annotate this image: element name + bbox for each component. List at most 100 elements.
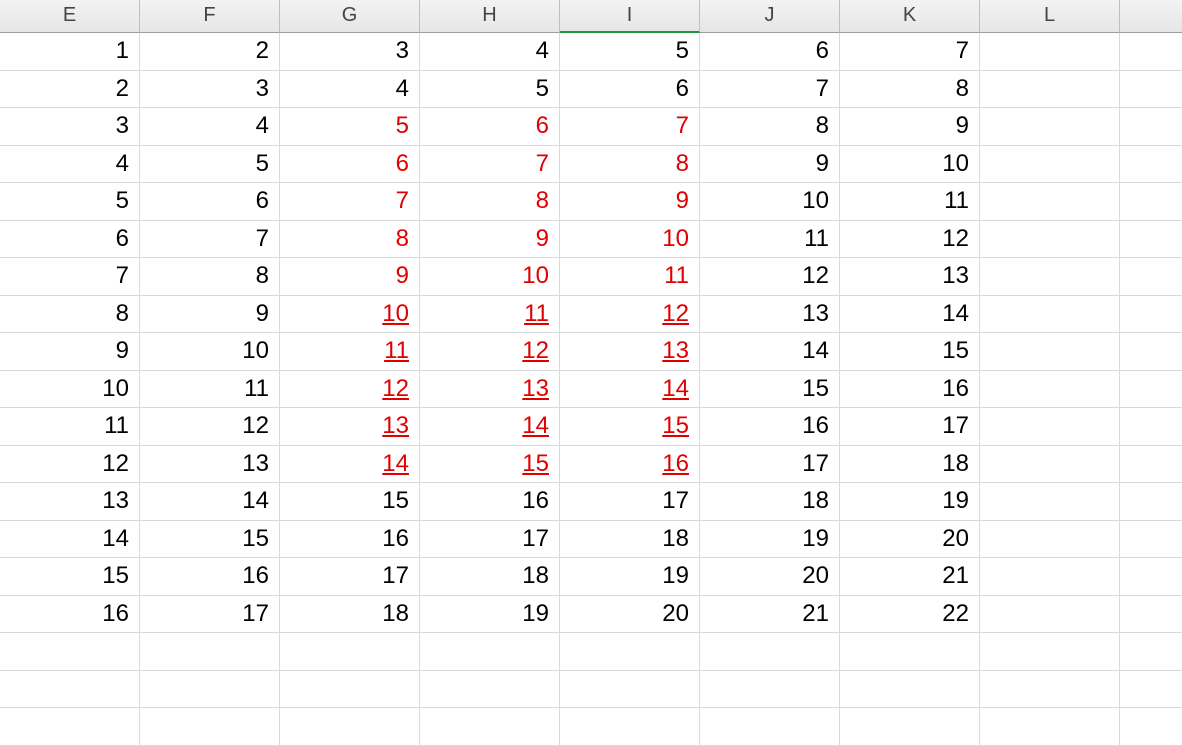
cell[interactable]: 10 [560,221,700,259]
cell[interactable]: 19 [420,596,560,634]
cell[interactable]: 15 [140,521,280,559]
cell[interactable]: 10 [0,371,140,409]
cell[interactable] [980,671,1120,709]
cell[interactable]: 6 [280,146,420,184]
cell[interactable] [420,671,560,709]
cell[interactable] [140,633,280,671]
cell[interactable] [1120,596,1182,634]
cell[interactable]: 13 [560,333,700,371]
cell[interactable]: 14 [280,446,420,484]
cell[interactable] [840,671,980,709]
cell[interactable]: 15 [0,558,140,596]
cell[interactable] [1120,558,1182,596]
cell[interactable]: 16 [700,408,840,446]
cell[interactable]: 20 [560,596,700,634]
cell[interactable]: 6 [420,108,560,146]
cell[interactable] [1120,258,1182,296]
cell[interactable]: 9 [0,333,140,371]
cell[interactable] [980,371,1120,409]
cell[interactable]: 9 [140,296,280,334]
cell[interactable] [840,633,980,671]
cell[interactable]: 21 [700,596,840,634]
cell[interactable] [1120,296,1182,334]
cell[interactable]: 15 [280,483,420,521]
col-header-H[interactable]: H [420,0,560,33]
cell[interactable]: 4 [420,33,560,71]
cell[interactable] [840,708,980,746]
cell[interactable]: 10 [280,296,420,334]
cell[interactable] [280,671,420,709]
cell[interactable]: 7 [700,71,840,109]
cell[interactable]: 7 [420,146,560,184]
cell[interactable]: 7 [280,183,420,221]
cell[interactable] [420,633,560,671]
cell[interactable] [1120,446,1182,484]
cell[interactable]: 3 [140,71,280,109]
cell[interactable]: 16 [280,521,420,559]
cell[interactable]: 8 [700,108,840,146]
cell[interactable] [1120,33,1182,71]
cell[interactable] [980,483,1120,521]
cell[interactable]: 10 [420,258,560,296]
cell[interactable]: 16 [420,483,560,521]
col-header-G[interactable]: G [280,0,420,33]
cell[interactable]: 17 [560,483,700,521]
cell[interactable] [980,221,1120,259]
cell[interactable] [980,521,1120,559]
cell[interactable]: 16 [560,446,700,484]
cell[interactable] [1120,108,1182,146]
cell[interactable] [980,446,1120,484]
cell[interactable]: 14 [560,371,700,409]
cell[interactable]: 14 [700,333,840,371]
cell[interactable] [560,708,700,746]
cell[interactable]: 20 [840,521,980,559]
cell[interactable]: 12 [700,258,840,296]
cell[interactable] [980,108,1120,146]
cell[interactable]: 2 [140,33,280,71]
cell[interactable]: 16 [140,558,280,596]
cell[interactable] [980,146,1120,184]
cell[interactable]: 16 [0,596,140,634]
cell[interactable]: 11 [140,371,280,409]
cell[interactable]: 12 [140,408,280,446]
cell[interactable]: 12 [420,333,560,371]
cell[interactable] [140,708,280,746]
cell[interactable]: 17 [840,408,980,446]
cell[interactable] [1120,71,1182,109]
cell[interactable]: 13 [700,296,840,334]
cell[interactable] [700,671,840,709]
cell[interactable]: 15 [560,408,700,446]
cell[interactable]: 19 [840,483,980,521]
cell[interactable]: 15 [700,371,840,409]
cell[interactable] [980,258,1120,296]
col-header-partial[interactable] [1120,0,1182,33]
cell[interactable]: 12 [560,296,700,334]
cell[interactable] [980,558,1120,596]
cell[interactable]: 19 [700,521,840,559]
cell[interactable] [1120,633,1182,671]
cell[interactable]: 21 [840,558,980,596]
cell[interactable]: 9 [420,221,560,259]
cell[interactable]: 11 [700,221,840,259]
cell[interactable]: 8 [560,146,700,184]
cell[interactable]: 18 [280,596,420,634]
cell[interactable]: 5 [280,108,420,146]
cell[interactable]: 5 [420,71,560,109]
cell[interactable]: 4 [0,146,140,184]
cell[interactable] [1120,483,1182,521]
cell[interactable]: 2 [0,71,140,109]
cell[interactable]: 5 [560,33,700,71]
cell[interactable]: 12 [0,446,140,484]
cell[interactable] [980,633,1120,671]
cell[interactable]: 15 [840,333,980,371]
cell[interactable] [1120,671,1182,709]
cell[interactable] [0,708,140,746]
cell[interactable] [980,333,1120,371]
cell[interactable]: 11 [420,296,560,334]
cell[interactable]: 4 [280,71,420,109]
cell[interactable]: 17 [700,446,840,484]
cell[interactable]: 14 [840,296,980,334]
cell[interactable] [1120,146,1182,184]
cell[interactable]: 19 [560,558,700,596]
col-header-F[interactable]: F [140,0,280,33]
